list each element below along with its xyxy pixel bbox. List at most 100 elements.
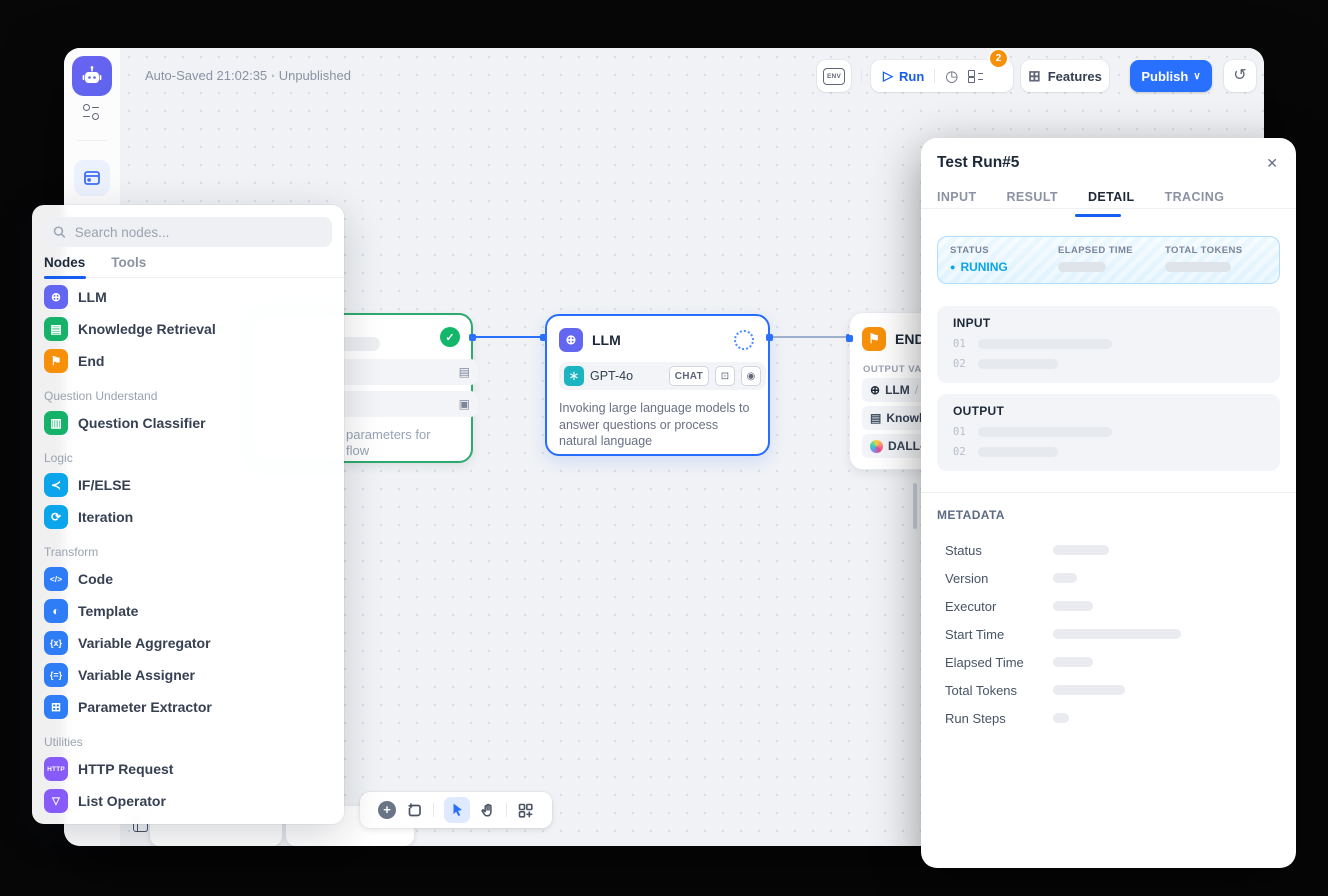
close-icon[interactable]: ✕ (1266, 155, 1278, 172)
output-card: OUTPUT 01 02 (937, 394, 1280, 471)
canvas-scrollbar[interactable] (913, 483, 917, 529)
assigner-icon: {=} (44, 663, 68, 687)
node-item-llm[interactable]: ⊕ LLM (32, 281, 344, 313)
preview-panel-button[interactable] (74, 160, 110, 196)
test-run-tabs: INPUT RESULT DETAIL TRACING (937, 190, 1224, 204)
sliders-icon[interactable] (83, 104, 99, 119)
publish-button[interactable]: Publish ∨ (1130, 60, 1212, 92)
tab-detail[interactable]: DETAIL (1088, 190, 1135, 204)
skeleton-bar (1053, 601, 1093, 611)
status-value: ● RUNING (950, 260, 1058, 274)
topbar-divider (861, 69, 862, 83)
robot-icon (80, 64, 104, 88)
node-search-panel: Nodes Tools ⊕ LLM ▤ Knowledge Retrieval … (32, 205, 344, 824)
skeleton-bar (1053, 713, 1069, 723)
skeleton-bar (1053, 685, 1125, 695)
sidebar-divider (77, 140, 107, 141)
node-list: ⊕ LLM ▤ Knowledge Retrieval ⚑ End Questi… (32, 281, 344, 817)
section-utilities: Utilities (32, 723, 344, 753)
stopwatch-icon[interactable]: ◷ (945, 69, 958, 84)
node-item-parameter-extractor[interactable]: ⊞ Parameter Extractor (32, 691, 344, 723)
skeleton-bar (1053, 545, 1109, 555)
chat-mode-badge: CHAT (669, 366, 709, 386)
canvas-control-toolbar: + (360, 792, 552, 828)
node-item-end[interactable]: ⚑ End (32, 345, 344, 377)
dalle-icon (870, 440, 883, 453)
skeleton-bar (1053, 629, 1181, 639)
book-icon: ▤ (870, 411, 881, 425)
autosave-status: Auto-Saved 21:02:35 · Unpublished (145, 68, 351, 83)
node-item-knowledge-retrieval[interactable]: ▤ Knowledge Retrieval (32, 313, 344, 345)
window-icon (83, 169, 101, 187)
tab-tools[interactable]: Tools (111, 255, 146, 270)
tab-tracing[interactable]: TRACING (1165, 190, 1225, 204)
node-item-question-classifier[interactable]: ▥ Question Classifier (32, 407, 344, 439)
features-button[interactable]: ⊞ Features (1021, 60, 1109, 92)
status-card: STATUS ● RUNING ELAPSED TIME TOTAL TOKEN… (937, 236, 1280, 284)
tab-nodes[interactable]: Nodes (44, 255, 85, 270)
start-node-description: parameters for flow (346, 427, 431, 459)
search-icon (53, 225, 66, 239)
features-icon: ⊞ (1028, 69, 1041, 84)
hand-tool-button[interactable] (480, 802, 496, 818)
pointer-tool-button[interactable] (444, 797, 470, 823)
openai-icon: ∗ (564, 366, 584, 386)
history-icon: ↺ (1233, 68, 1246, 84)
env-button[interactable]: ENV (817, 60, 851, 92)
node-item-variable-aggregator[interactable]: {x} Variable Aggregator (32, 627, 344, 659)
branch-icon: ≺ (44, 473, 68, 497)
metadata-label: Total Tokens (945, 683, 1053, 698)
agent-icon: ⊡ (715, 366, 735, 386)
node-item-list-operator[interactable]: ▽ List Operator (32, 785, 344, 817)
template-icon: ◐ (44, 599, 68, 623)
checklist-icon[interactable] (968, 70, 983, 82)
code-icon: </> (44, 567, 68, 591)
node-item-http-request[interactable]: HTTP HTTP Request (32, 753, 344, 785)
tab-input[interactable]: INPUT (937, 190, 977, 204)
version-history-button[interactable]: ↺ (1224, 60, 1256, 92)
test-run-panel: Test Run#5 ✕ INPUT RESULT DETAIL TRACING… (921, 138, 1296, 868)
copy-icon: ▣ (459, 397, 470, 411)
llm-node[interactable]: ⊕ LLM ∗ GPT-4o CHAT ⊡ ◉ Invoking large l… (545, 314, 770, 456)
hand-icon (480, 802, 496, 818)
total-tokens-skeleton (1165, 262, 1231, 272)
flag-icon: ⚑ (44, 349, 68, 373)
section-question-understand: Question Understand (32, 377, 344, 407)
llm-node-description: Invoking large language models to answer… (559, 400, 759, 450)
total-tokens-label: TOTAL TOKENS (1165, 245, 1267, 256)
node-item-template[interactable]: ◐ Template (32, 595, 344, 627)
add-node-button[interactable]: + (378, 801, 396, 819)
run-group-divider (934, 69, 935, 83)
active-tab-underline (1075, 214, 1121, 217)
vision-eye-icon: ◉ (741, 366, 761, 386)
organize-icon (517, 802, 534, 819)
classifier-icon: ▥ (44, 411, 68, 435)
node-item-code[interactable]: </> Code (32, 563, 344, 595)
organize-layout-button[interactable] (517, 802, 534, 819)
node-item-iteration[interactable]: ⟳ Iteration (32, 501, 344, 533)
run-button[interactable]: ▷ Run (883, 68, 924, 84)
section-logic: Logic (32, 439, 344, 469)
node-panel-tabs: Nodes Tools (44, 255, 146, 270)
run-toolbar-group: ▷ Run ◷ (871, 60, 1013, 92)
llm-model-row[interactable]: ∗ GPT-4o CHAT ⊡ ◉ (559, 362, 766, 390)
run-icon: ▷ (883, 68, 893, 84)
end-node-input-handle (846, 335, 853, 342)
search-input[interactable] (73, 224, 323, 241)
tabs-divider (921, 208, 1296, 209)
add-note-button[interactable] (406, 802, 423, 819)
notification-badge: 2 (990, 50, 1007, 67)
document-icon: ▤ (459, 365, 470, 379)
node-item-if-else[interactable]: ≺ IF/ELSE (32, 469, 344, 501)
line-number: 01 (953, 426, 966, 438)
app-logo-robot-icon[interactable] (72, 56, 112, 96)
chevron-down-icon: ∨ (1193, 71, 1200, 82)
metadata-title: METADATA (937, 508, 1005, 522)
node-item-variable-assigner[interactable]: {=} Variable Assigner (32, 659, 344, 691)
elapsed-time-label: ELAPSED TIME (1058, 245, 1165, 256)
elapsed-time-skeleton (1058, 262, 1106, 272)
tab-result[interactable]: RESULT (1007, 190, 1058, 204)
book-icon: ▤ (44, 317, 68, 341)
status-dot-icon: ● (950, 263, 955, 272)
status-label: STATUS (950, 245, 1058, 256)
